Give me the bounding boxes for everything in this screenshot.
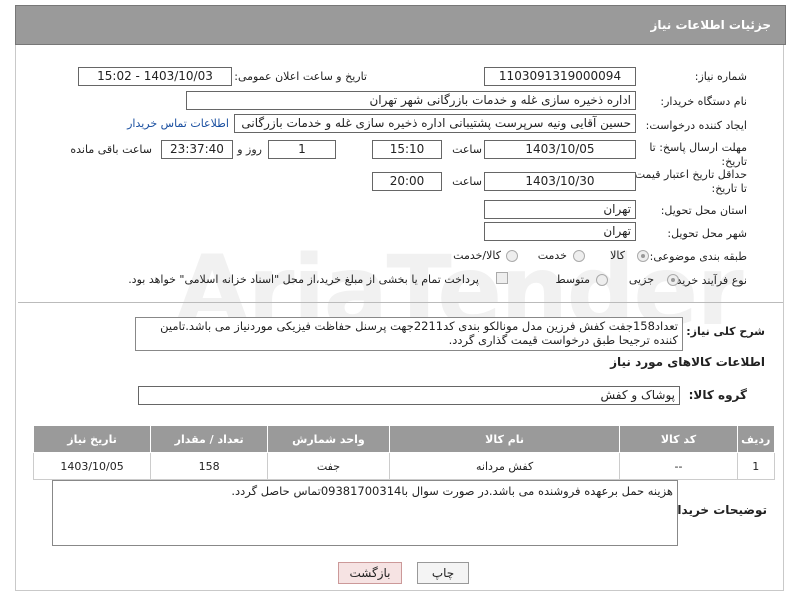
category-radio-both[interactable] <box>506 250 518 262</box>
category-label: طبقه بندی موضوعی: <box>649 250 747 263</box>
cell-name: کفش مردانه <box>388 452 621 480</box>
cell-code: -- <box>619 452 738 480</box>
col-row: ردیف <box>736 425 775 453</box>
creator-label: ایجاد کننده درخواست: <box>645 119 747 132</box>
buyer-notes-textarea[interactable]: هزینه حمل برعهده فروشنده می باشد.در صورت… <box>52 480 678 546</box>
purchase-option-medium: متوسط <box>555 273 590 286</box>
goods-group-field: پوشاک و کفش <box>138 386 680 405</box>
col-name: نام کالا <box>388 425 621 453</box>
validity-time-field: 20:00 <box>372 172 442 191</box>
city-field: تهران <box>484 222 636 241</box>
buyer-field: اداره ذخیره سازی غله و خدمات بازرگانی شه… <box>186 91 636 110</box>
col-date: تاریخ نیاز <box>32 425 152 453</box>
reply-time-field: 15:10 <box>372 140 442 159</box>
purchase-option-minor: جزیی <box>628 273 654 286</box>
page-header: جزئیات اطلاعات نیاز <box>15 5 786 45</box>
cell-date: 1403/10/05 <box>32 452 152 480</box>
page-title: جزئیات اطلاعات نیاز <box>650 18 771 32</box>
category-radio-service[interactable] <box>573 250 585 262</box>
buyer-notes-label: توضیحات خریدار: <box>665 503 767 517</box>
remaining-time-field: 23:37:40 <box>161 140 233 159</box>
cell-qty: 158 <box>150 452 269 480</box>
category-option-goods: کالا <box>610 249 625 262</box>
announce-field: 1403/10/03 - 15:02 <box>78 67 232 86</box>
days-word: روز و <box>237 143 262 156</box>
table-row: 1 -- کفش مردانه جفت 158 1403/10/05 <box>32 452 775 480</box>
goods-section-title: اطلاعات کالاهای مورد نیاز <box>610 355 765 369</box>
purchase-type-label: نوع فرآیند خرید : <box>669 274 747 287</box>
treasury-payment-note: پرداخت تمام یا بخشی از مبلغ خرید،از محل … <box>128 273 479 286</box>
col-unit: واحد شمارش <box>267 425 390 453</box>
category-radio-goods[interactable] <box>637 250 649 262</box>
announce-label: تاریخ و ساعت اعلان عمومی: <box>234 70 367 83</box>
goods-table: ردیف کد کالا نام کالا واحد شمارش تعداد /… <box>32 425 775 480</box>
print-button[interactable]: چاپ <box>417 562 469 584</box>
creator-field: حسین آقایی ونیه سرپرست پشتیبانی اداره ذخ… <box>234 114 636 133</box>
buyer-label: نام دستگاه خریدار: <box>660 95 747 108</box>
category-option-both: کالا/خدمت <box>453 249 501 262</box>
purchase-radio-minor[interactable] <box>667 274 679 286</box>
col-code: کد کالا <box>619 425 738 453</box>
days-field: 1 <box>268 140 336 159</box>
remaining-word: ساعت باقی مانده <box>70 143 152 156</box>
back-button[interactable]: بازگشت <box>338 562 402 584</box>
reply-date-field: 1403/10/05 <box>484 140 636 159</box>
goods-group-label: گروه کالا: <box>688 388 747 402</box>
province-label: استان محل تحویل: <box>660 204 747 217</box>
description-textarea[interactable]: تعداد158جفت کفش فرزین مدل مونالکو بندی ک… <box>135 317 683 351</box>
category-option-service: خدمت <box>537 249 567 262</box>
cell-row: 1 <box>736 452 775 480</box>
cell-unit: جفت <box>267 452 390 480</box>
contact-info-link[interactable]: اطلاعات تماس خریدار <box>127 117 229 130</box>
purchase-radio-medium[interactable] <box>596 274 608 286</box>
treasury-payment-checkbox[interactable] <box>496 272 508 284</box>
col-qty: تعداد / مقدار <box>150 425 269 453</box>
validity-time-word: ساعت <box>452 175 482 188</box>
city-label: شهر محل تحویل: <box>667 227 747 240</box>
description-label: شرح کلی نیاز: <box>686 325 765 338</box>
reply-deadline-label: مهلت ارسال پاسخ: تا تاریخ: <box>649 141 747 168</box>
province-field: تهران <box>484 200 636 219</box>
need-number-label: شماره نیاز: <box>694 70 747 83</box>
validity-date-field: 1403/10/30 <box>484 172 636 191</box>
divider <box>18 302 783 303</box>
reply-time-word: ساعت <box>452 143 482 156</box>
validity-label: حداقل تاریخ اعتبار قیمت: تا تاریخ: <box>631 168 747 195</box>
need-number-field: 1103091319000094 <box>484 67 636 86</box>
